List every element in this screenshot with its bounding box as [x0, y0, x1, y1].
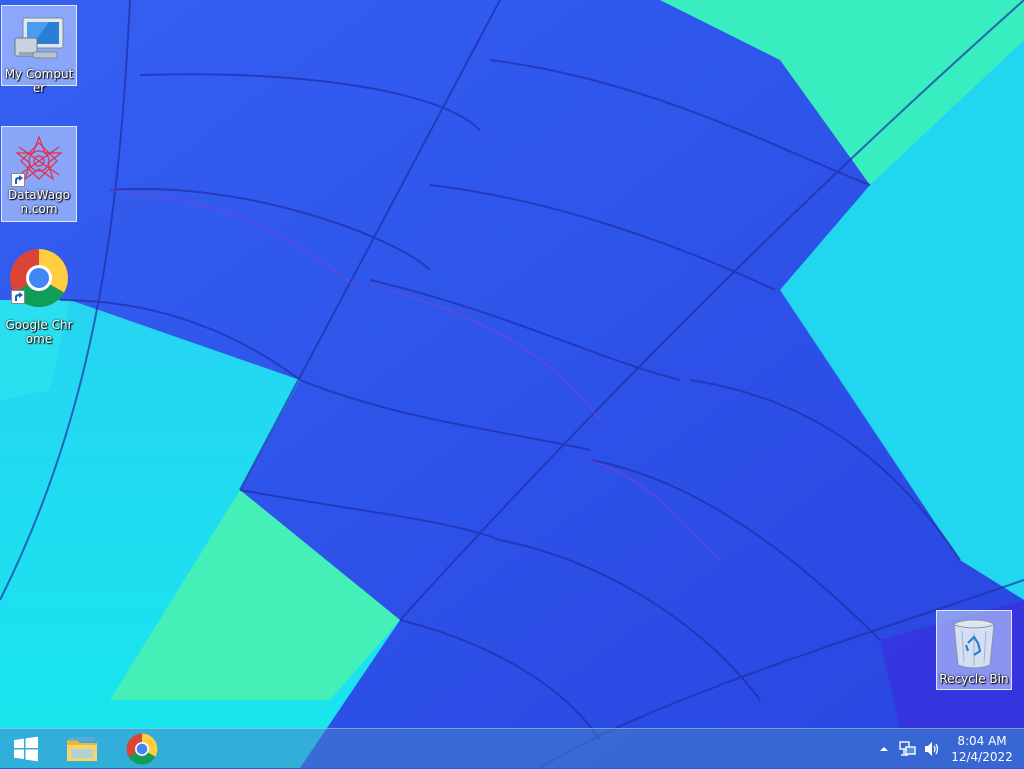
system-tray: 8:04 AM 12/4/2022	[872, 729, 1024, 769]
desktop-icon-label: Recycle Bin	[939, 672, 1009, 686]
show-hidden-icons-button[interactable]	[872, 729, 896, 769]
start-button[interactable]	[0, 729, 52, 769]
chrome-icon	[9, 249, 69, 307]
desktop-icon-my-computer[interactable]: My Computer	[1, 5, 77, 95]
windows-start-icon	[14, 736, 38, 762]
clock[interactable]: 8:04 AM 12/4/2022	[944, 733, 1024, 765]
desktop-icon-label: DataWagon.com	[7, 188, 71, 216]
shortcut-arrow-icon	[11, 173, 25, 187]
recycle-bin-icon	[944, 617, 1004, 671]
desktop-icon-google-chrome[interactable]: Google Chrome	[1, 244, 77, 346]
network-button[interactable]	[896, 729, 920, 769]
shortcut-arrow-icon	[11, 290, 25, 304]
desktop-wallpaper	[0, 0, 1024, 768]
desktop-icon-label: My Computer	[4, 67, 74, 95]
clock-time: 8:04 AM	[957, 734, 1007, 748]
network-icon	[899, 741, 916, 756]
desktop-icon-recycle-bin[interactable]: Recycle Bin	[936, 610, 1012, 690]
desktop-icon-label: Google Chrome	[5, 318, 73, 346]
folder-icon	[67, 737, 97, 761]
taskbar-file-explorer[interactable]	[56, 729, 108, 769]
desktop-icon-datawagon[interactable]: DataWagon.com	[1, 126, 77, 222]
speaker-icon	[925, 742, 939, 756]
datawagon-icon	[9, 133, 69, 187]
clock-date: 12/4/2022	[951, 750, 1013, 764]
chrome-icon	[126, 733, 158, 765]
computer-icon	[9, 12, 69, 66]
volume-button[interactable]	[920, 729, 944, 769]
chevron-up-icon	[880, 747, 888, 751]
taskbar: 8:04 AM 12/4/2022	[0, 728, 1024, 768]
taskbar-google-chrome[interactable]	[116, 729, 168, 769]
